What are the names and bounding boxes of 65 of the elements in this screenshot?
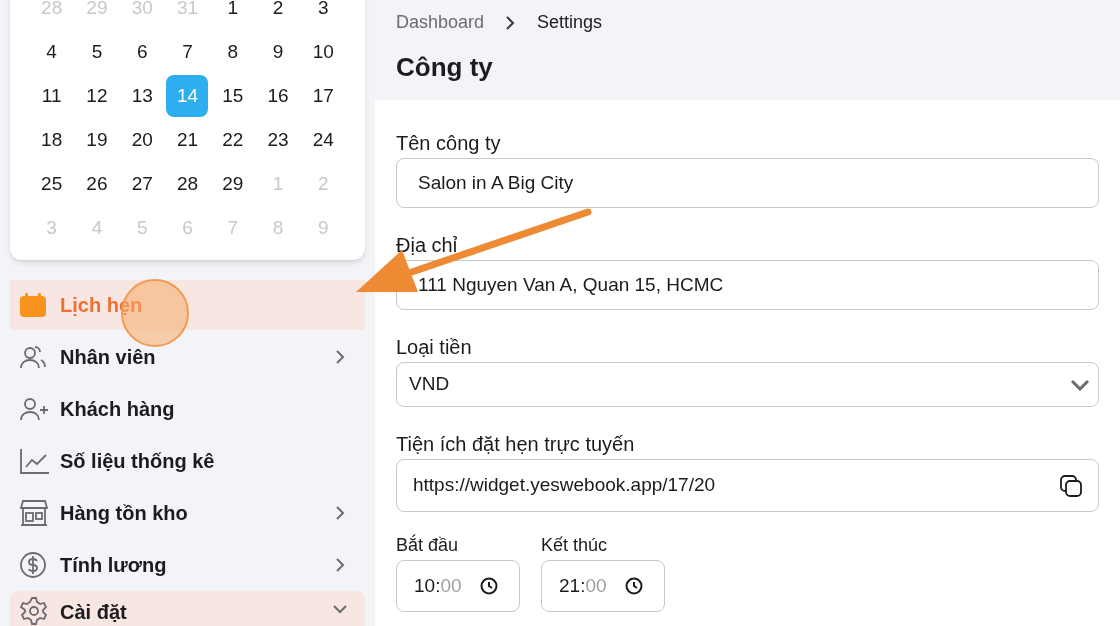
sidebar-item[interactable]: Số liệu thống kê (10, 435, 365, 487)
calendar-day[interactable]: 29 (211, 163, 254, 205)
chevron-right-icon (335, 558, 345, 572)
sidebar-item[interactable]: Tính lương (10, 539, 365, 591)
calendar-day[interactable]: 13 (121, 75, 164, 117)
calendar-day[interactable]: 19 (75, 119, 118, 161)
calendar-day[interactable]: 23 (257, 119, 300, 161)
dollar-icon (20, 552, 46, 578)
field-label: Tên công ty (396, 131, 502, 156)
field-label: Bắt đầu (396, 534, 460, 556)
calendar-day[interactable]: 2 (257, 0, 300, 29)
calendar-day[interactable]: 7 (166, 31, 209, 73)
calendar-day[interactable]: 27 (121, 163, 164, 205)
calendar-day[interactable]: 28 (166, 163, 209, 205)
chevron-right-icon (335, 350, 345, 364)
settings-icon (20, 597, 48, 625)
calendar-day[interactable]: 24 (302, 119, 345, 161)
calendar-day[interactable]: 22 (211, 119, 254, 161)
page-title: Công ty (396, 51, 494, 84)
copy-icon[interactable] (1060, 474, 1082, 497)
chevron-down-icon (333, 605, 347, 614)
calendar-day[interactable]: 6 (121, 31, 164, 73)
users-icon (20, 344, 46, 370)
breadcrumb-link[interactable]: Dashboard (396, 9, 485, 36)
chevron-right-icon (506, 15, 516, 30)
calendar-day[interactable]: 8 (211, 31, 254, 73)
breadcrumb-link[interactable]: Settings (537, 9, 603, 36)
calendar-day[interactable]: 26 (75, 163, 118, 205)
calendar-day[interactable]: 16 (257, 75, 300, 117)
calendar-day[interactable]: 9 (257, 31, 300, 73)
input-field[interactable]: Salon in A Big City (396, 158, 1099, 208)
input-field[interactable]: 111 Nguyen Van A, Quan 15, HCMC (396, 260, 1099, 310)
sidebar-item[interactable]: Hàng tồn kho (10, 487, 365, 539)
field-label: Tiện ích đặt hẹn trực tuyến (396, 432, 636, 457)
calendar-day[interactable]: 10 (302, 31, 345, 73)
chevron-down-icon (1070, 378, 1090, 391)
time-field[interactable]: 10:00 (396, 560, 520, 612)
calendar-day[interactable]: 3 (302, 0, 345, 29)
time-field[interactable]: 21:00 (541, 560, 665, 612)
calendar-day[interactable]: 12 (75, 75, 118, 117)
calendar-day[interactable]: 25 (30, 163, 73, 205)
clock-icon (625, 577, 644, 595)
sidebar-item[interactable]: Cài đặt (10, 591, 365, 626)
calendar-day[interactable]: 20 (121, 119, 164, 161)
calendar-day[interactable]: 17 (302, 75, 345, 117)
currency-dropdown[interactable]: VND (396, 362, 1099, 407)
calendar-day[interactable]: 21 (166, 119, 209, 161)
calendar-day[interactable]: 18 (30, 119, 73, 161)
clock-icon (480, 577, 499, 595)
calendar-day[interactable]: 1 (211, 0, 254, 29)
calendar-day[interactable]: 4 (30, 31, 73, 73)
calendar-day[interactable]: 5 (75, 31, 118, 73)
user-plus-icon (20, 397, 50, 421)
sidebar-item[interactable]: Nhân viên (10, 331, 365, 383)
chevron-right-icon (335, 506, 345, 520)
field-label: Loại tiền (396, 335, 473, 360)
sidebar-item[interactable]: Khách hàng (10, 383, 365, 435)
store-icon (20, 500, 48, 526)
field-label: Địa chỉ (396, 233, 459, 258)
input-field[interactable]: https://widget.yeswebook.app/17/20 (396, 459, 1099, 512)
chart-icon (20, 448, 50, 474)
field-label: Kết thúc (541, 534, 609, 556)
calendar-day[interactable]: 15 (211, 75, 254, 117)
calendar-day[interactable]: 11 (30, 75, 73, 117)
calendar-icon (20, 293, 46, 317)
